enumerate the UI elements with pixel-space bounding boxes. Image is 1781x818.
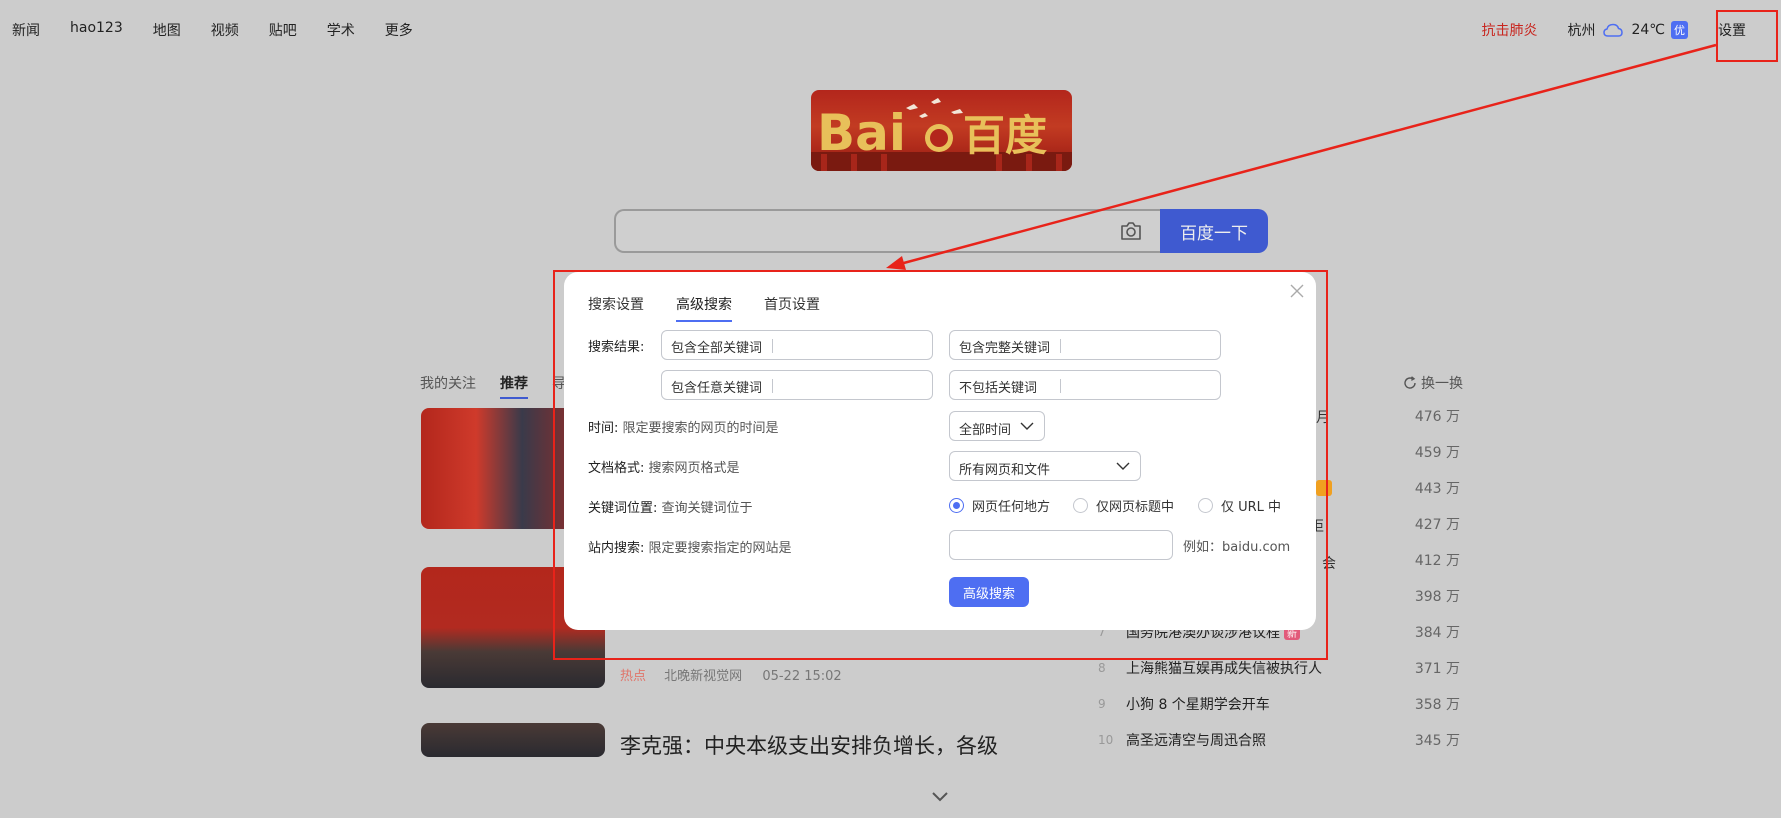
chevron-down-icon[interactable] <box>930 790 950 804</box>
hot-title: 小狗 8 个星期学会开车 <box>1126 697 1270 713</box>
hot-count: 345 万 <box>1414 733 1460 749</box>
news-time: 05-22 15:02 <box>762 669 842 684</box>
nav-hao123[interactable]: hao123 <box>70 20 123 40</box>
camera-icon[interactable] <box>1119 220 1143 242</box>
nav-news[interactable]: 新闻 <box>12 20 40 40</box>
hot-title: 上海熊猫互娱再成失信被执行人 <box>1126 661 1322 677</box>
baidu-logo-image: Bai 百度 <box>811 98 1072 171</box>
news-source: 北晚新视觉网 <box>664 669 743 684</box>
hot-tag: 热点 <box>620 669 647 684</box>
hot-item[interactable]: 8 上海熊猫互娱再成失信被执行人 371 万 <box>1090 658 1460 682</box>
annotation-box-settings <box>1716 10 1778 62</box>
nav-map[interactable]: 地图 <box>153 20 181 40</box>
hot-rank: 10 <box>1098 733 1114 747</box>
search-input[interactable] <box>614 209 1161 253</box>
refresh-button[interactable]: 换一换 <box>1403 373 1463 393</box>
air-quality-badge: 优 <box>1671 21 1688 39</box>
hot-count: 384 万 <box>1414 625 1460 641</box>
annotation-box-modal <box>553 270 1328 660</box>
search-button[interactable]: 百度一下 <box>1160 209 1268 253</box>
top-nav: 新闻 hao123 地图 视频 贴吧 学术 更多 抗击肺炎 杭州 24℃ 优 设… <box>0 0 1781 60</box>
nav-tieba[interactable]: 贴吧 <box>269 20 297 40</box>
hot-rank: 9 <box>1098 697 1106 711</box>
hot-item[interactable]: 9 小狗 8 个星期学会开车 358 万 <box>1090 694 1460 718</box>
refresh-icon <box>1404 376 1416 389</box>
news-headline[interactable]: 李克强：中央本级支出安排负增长，各级 <box>620 730 998 760</box>
news-thumbnail[interactable] <box>421 723 605 757</box>
refresh-label: 换一换 <box>1421 376 1463 392</box>
top-nav-links: 新闻 hao123 地图 视频 贴吧 学术 更多 <box>12 20 443 40</box>
cloud-icon <box>1603 23 1624 37</box>
hot-count: 459 万 <box>1414 445 1460 461</box>
hot-count: 371 万 <box>1414 661 1460 677</box>
hot-count: 398 万 <box>1414 589 1460 605</box>
hot-rank: 8 <box>1098 661 1106 675</box>
temperature: 24℃ <box>1631 22 1665 38</box>
nav-xueshu[interactable]: 学术 <box>327 20 355 40</box>
hot-count: 427 万 <box>1414 517 1460 533</box>
news-meta: 热点 北晚新视觉网 05-22 15:02 <box>620 665 842 684</box>
fight-pneumonia-link[interactable]: 抗击肺炎 <box>1481 20 1537 40</box>
city-name[interactable]: 杭州 <box>1567 20 1595 40</box>
baidu-logo[interactable]: Bai 百度 <box>811 90 1072 171</box>
svg-text:Bai: Bai <box>817 104 906 162</box>
nav-more[interactable]: 更多 <box>385 20 413 40</box>
nav-video[interactable]: 视频 <box>211 20 239 40</box>
tab-recommend[interactable]: 推荐 <box>500 373 528 399</box>
hot-item[interactable]: 10 高圣远清空与周迅合照 345 万 <box>1090 730 1460 754</box>
hot-count: 358 万 <box>1414 697 1460 713</box>
svg-text:百度: 百度 <box>963 111 1047 160</box>
hot-count: 443 万 <box>1414 481 1460 497</box>
tab-my-follow[interactable]: 我的关注 <box>420 373 476 399</box>
hot-count: 476 万 <box>1414 409 1460 425</box>
hot-count: 412 万 <box>1414 553 1460 569</box>
hot-title: 高圣远清空与周迅合照 <box>1126 733 1266 749</box>
